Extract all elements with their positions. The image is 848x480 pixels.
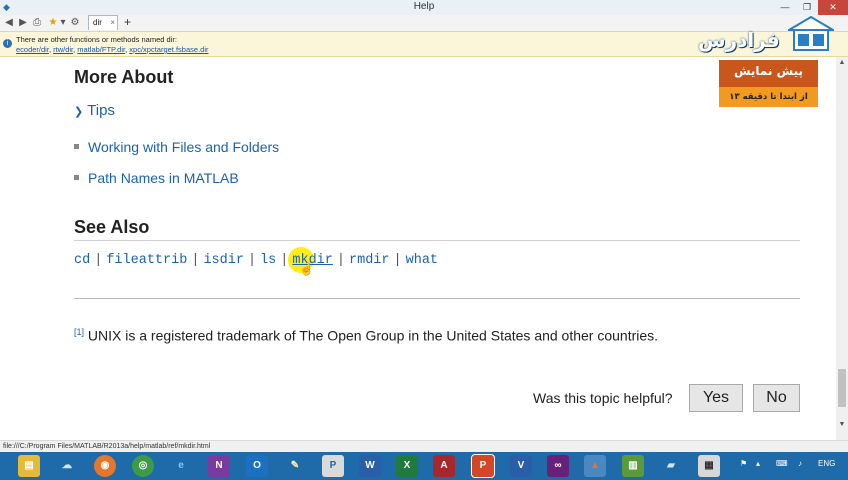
see-also-isdir[interactable]: isdir <box>203 253 244 268</box>
chevron-right-icon: ❯ <box>74 106 84 118</box>
tab-label: dir <box>93 18 102 27</box>
preview-banner: پیش نمایش از ابتدا تا دقیقه ۱۳ <box>719 60 818 107</box>
minimize-button[interactable]: — <box>774 0 796 15</box>
faradars-logo: فرادرس <box>694 14 842 58</box>
pen-icon[interactable]: ✎ <box>284 455 306 477</box>
keyboard-icon[interactable]: ⌨ <box>776 459 788 468</box>
promo-subtitle: از ابتدا تا دقیقه ۱۳ <box>719 87 818 107</box>
app-icon[interactable]: ▰ <box>660 455 682 477</box>
language-indicator[interactable]: ENG <box>818 459 835 468</box>
access-icon[interactable]: A <box>433 455 455 477</box>
forward-icon[interactable]: ▶ <box>16 16 30 30</box>
firefox-icon[interactable]: ◉ <box>94 455 116 477</box>
link-working-with-files[interactable]: Working with Files and Folders <box>88 139 279 155</box>
see-also-links: cd | fileattrib | isdir | ls | mkdir | rmdir | what <box>74 253 439 268</box>
window-title: Help <box>413 1 435 12</box>
see-also-ls[interactable]: ls <box>260 253 276 268</box>
status-bar: file:///C:/Program Files/MATLAB/R2013a/h… <box>0 440 848 452</box>
ie-icon[interactable]: e <box>170 455 192 477</box>
outlook-icon[interactable]: O <box>246 455 268 477</box>
yes-button[interactable]: Yes <box>689 384 743 412</box>
scroll-up-icon[interactable]: ▲ <box>836 59 848 66</box>
tips-link[interactable]: ❯ Tips <box>74 102 115 119</box>
tips-label: Tips <box>87 102 115 119</box>
print-icon[interactable]: ⎙ <box>30 16 44 30</box>
taskbar: ▤ ☁ ◉ ◎ e N O ✎ P W X A P V ∞ ▲ ▥ ▰ ▦ ⚑ … <box>0 452 848 480</box>
tab-dir[interactable]: dir × <box>88 15 118 30</box>
scroll-down-icon[interactable]: ▼ <box>836 421 848 428</box>
tray-arrow-icon[interactable]: ▴ <box>756 459 760 468</box>
helpful-question: Was this topic helpful? <box>533 390 673 406</box>
publisher-icon[interactable]: P <box>322 455 344 477</box>
powerpoint-icon[interactable]: P <box>471 454 495 478</box>
notice-link-rtw-dir[interactable]: rtw/dir <box>53 45 73 54</box>
new-tab-button[interactable]: + <box>124 15 131 30</box>
chart-app-icon[interactable]: ▥ <box>622 455 644 477</box>
divider <box>74 298 800 299</box>
more-about-heading: More About <box>74 67 174 87</box>
volume-icon[interactable]: ♪ <box>798 459 802 468</box>
footnote-text: UNIX is a registered trademark of The Op… <box>87 327 659 344</box>
promo-title: پیش نمایش <box>733 64 804 78</box>
logo-text: فرادرس <box>698 28 780 52</box>
chrome-icon[interactable]: ◎ <box>132 455 154 477</box>
bullet-icon <box>74 174 79 180</box>
matlab-icon[interactable]: ▲ <box>584 455 606 477</box>
see-also-heading: See Also <box>74 217 150 237</box>
no-button[interactable]: No <box>753 384 800 412</box>
settings-icon[interactable]: ⚙ <box>68 16 82 30</box>
close-button[interactable]: ✕ <box>818 0 848 15</box>
notice-link-ecoder-dir[interactable]: ecoder/dir <box>16 45 49 54</box>
excel-icon[interactable]: X <box>396 455 418 477</box>
footnote-marker[interactable]: [1] <box>74 327 84 337</box>
notice-links: ecoder/dir, rtw/dir, matlab/FTP.dir, xpc… <box>16 45 209 54</box>
back-icon[interactable]: ◀ <box>2 16 16 30</box>
list-item[interactable]: Working with Files and Folders <box>74 139 279 155</box>
network-icon[interactable]: ⚑ <box>740 459 747 468</box>
list-item[interactable]: Path Names in MATLAB <box>74 170 239 186</box>
onenote-icon[interactable]: N <box>208 455 230 477</box>
maximize-button[interactable]: ❐ <box>796 0 818 15</box>
see-also-cd[interactable]: cd <box>74 253 90 268</box>
word-icon[interactable]: W <box>359 455 381 477</box>
tab-close-icon[interactable]: × <box>110 16 115 30</box>
house-book-icon <box>788 16 834 51</box>
see-also-rmdir[interactable]: rmdir <box>349 253 390 268</box>
see-also-fileattrib[interactable]: fileattrib <box>106 253 187 268</box>
link-path-names[interactable]: Path Names in MATLAB <box>88 170 239 186</box>
footnote: [1] UNIX is a registered trademark of Th… <box>74 327 658 344</box>
calculator-icon[interactable]: ▦ <box>698 455 720 477</box>
vertical-scrollbar[interactable]: ▲ ▼ <box>836 57 848 440</box>
notice-link-ftp-dir[interactable]: matlab/FTP.dir <box>77 45 125 54</box>
mouse-pointer-icon: ☝ <box>299 262 314 276</box>
info-icon: i <box>3 39 12 48</box>
help-content: More About ❯ Tips Working with Files and… <box>0 57 836 440</box>
notice-link-xpc-dir[interactable]: xpc/xpctarget.fsbase.dir <box>129 45 208 54</box>
see-also-what[interactable]: what <box>406 253 438 268</box>
visualstudio-icon[interactable]: ∞ <box>547 455 569 477</box>
onedrive-icon[interactable]: ☁ <box>56 455 78 477</box>
bullet-icon <box>74 143 79 149</box>
divider <box>74 240 800 241</box>
visio-icon[interactable]: V <box>510 455 532 477</box>
scrollbar-thumb[interactable] <box>838 369 846 407</box>
notice-text: There are other functions or methods nam… <box>16 35 177 44</box>
explorer-icon[interactable]: ▤ <box>18 455 40 477</box>
